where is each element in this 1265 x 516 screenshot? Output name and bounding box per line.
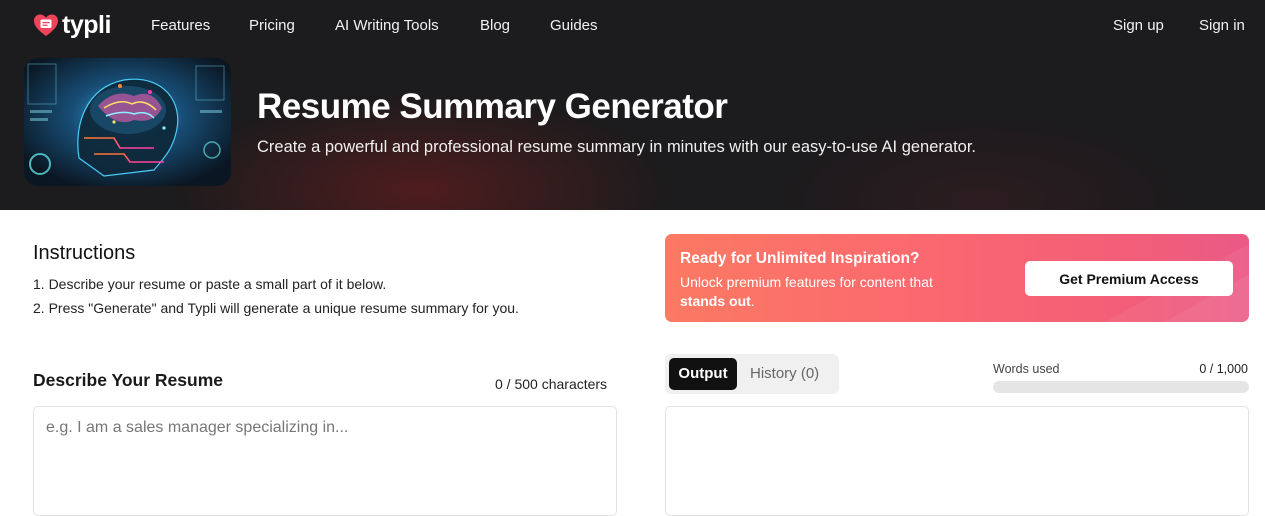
words-used-label: Words used [993,362,1060,376]
resume-description-input[interactable] [33,406,617,516]
page-subtitle: Create a powerful and professional resum… [257,138,977,156]
brand-logo[interactable]: typli [32,12,111,38]
tab-history[interactable]: History (0) [743,358,835,390]
nav-link-blog[interactable]: Blog [480,17,510,35]
promo-text-line-2: stands out. [680,291,755,311]
promo-text-line-1: Unlock premium features for content that [680,274,933,290]
get-premium-access-button[interactable]: Get Premium Access [1025,261,1233,296]
instruction-step-2: 2. Press "Generate" and Typli will gener… [33,300,519,316]
instruction-step-1: 1. Describe your resume or paste a small… [33,276,387,292]
output-tabs: Output History (0) [665,354,839,394]
promo-text-period: . [750,293,755,309]
nav-link-ai-writing-tools[interactable]: AI Writing Tools [335,17,439,35]
tab-output[interactable]: Output [669,358,737,390]
nav-link-guides[interactable]: Guides [550,17,598,35]
sign-in-link[interactable]: Sign in [1199,17,1245,35]
brand-name: typli [62,11,111,39]
top-navigation: typli Features Pricing AI Writing Tools … [0,0,1265,52]
premium-promo-banner: Ready for Unlimited Inspiration? Unlock … [665,234,1249,322]
words-used-value: 0 / 1,000 [1199,362,1248,376]
instructions-heading: Instructions [33,242,136,264]
nav-link-features[interactable]: Features [151,17,210,35]
sign-up-link[interactable]: Sign up [1113,17,1164,35]
character-counter: 0 / 500 characters [495,376,608,392]
promo-title: Ready for Unlimited Inspiration? [680,250,920,267]
hero-banner: typli Features Pricing AI Writing Tools … [0,0,1265,210]
page-title: Resume Summary Generator [257,87,728,126]
promo-text-emphasis: stands out [680,293,751,309]
nav-link-pricing[interactable]: Pricing [249,17,295,35]
resume-input-label: Describe Your Resume [33,370,223,390]
ai-brain-illustration [24,58,231,186]
typli-logo-icon [34,14,58,36]
words-used-progress-bar [993,381,1249,393]
output-panel[interactable] [665,406,1249,516]
